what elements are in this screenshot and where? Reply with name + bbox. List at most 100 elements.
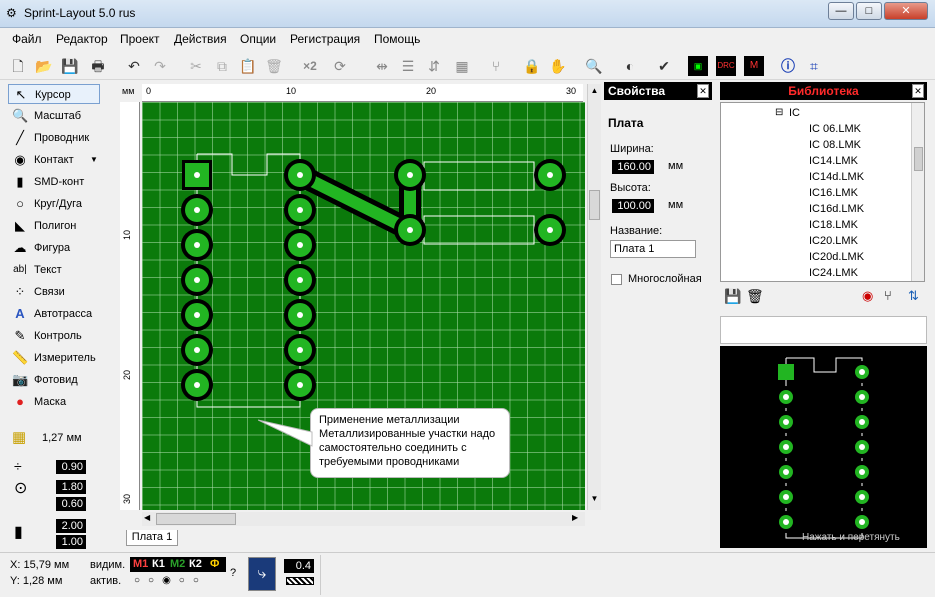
- copy-icon[interactable]: ⧉: [212, 56, 232, 76]
- library-search-field[interactable]: [720, 316, 927, 344]
- magnifier-icon[interactable]: 🔍: [584, 56, 604, 76]
- menu-registration[interactable]: Регистрация: [290, 32, 360, 46]
- menu-help[interactable]: Помощь: [374, 32, 420, 46]
- scroll-up-icon[interactable]: ▲: [589, 86, 600, 98]
- info-icon[interactable]: ⓘ: [778, 56, 798, 76]
- board-height-field[interactable]: 100.00: [612, 199, 654, 213]
- library-scrollbar[interactable]: [911, 103, 924, 281]
- library-item[interactable]: IC14d.LMK: [809, 171, 864, 183]
- pattern-icon[interactable]: ▦: [452, 56, 472, 76]
- vertical-scrollbar[interactable]: ▲ ▼: [587, 84, 601, 510]
- smd-height-field[interactable]: 1.00: [56, 535, 86, 549]
- drc-icon[interactable]: DRC: [716, 56, 736, 76]
- smd-width-field[interactable]: 2.00: [56, 519, 86, 533]
- tree-collapse-icon[interactable]: ⊟: [775, 107, 783, 118]
- library-save-icon[interactable]: 💾: [724, 288, 741, 305]
- layer-m2[interactable]: М2: [170, 557, 185, 572]
- tree-root-ic[interactable]: IC: [789, 107, 800, 119]
- redo-icon[interactable]: ↷: [150, 56, 170, 76]
- library-tree[interactable]: ⊟ IC IC 06.LMK IC 08.LMK IC14.LMK IC14d.…: [720, 102, 925, 282]
- library-swap-icon[interactable]: ⇅: [908, 288, 919, 304]
- trace-shape-icon[interactable]: ⤷: [248, 557, 276, 591]
- macro-icon[interactable]: M: [744, 56, 764, 76]
- tool-text[interactable]: ab| Текст: [8, 260, 100, 280]
- menu-project[interactable]: Проект: [120, 32, 160, 46]
- multilayer-checkbox[interactable]: [611, 274, 622, 285]
- scroll-thumb[interactable]: [156, 513, 236, 525]
- pad-outer-field[interactable]: 1.80: [56, 480, 86, 494]
- layer-f[interactable]: Ф: [210, 557, 219, 572]
- library-item[interactable]: IC14.LMK: [809, 155, 858, 167]
- ruler-icon[interactable]: ▣: [688, 56, 708, 76]
- track[interactable]: [294, 169, 416, 236]
- connect-icon[interactable]: ⑂: [486, 56, 506, 76]
- delete-icon[interactable]: 🗑: [264, 56, 284, 76]
- layer-toggle-icon[interactable]: ◐: [620, 56, 640, 76]
- align-icon[interactable]: ☰: [398, 56, 418, 76]
- library-item[interactable]: IC18.LMK: [809, 219, 858, 231]
- active-layer-radios[interactable]: ○○◉○○: [134, 575, 207, 586]
- tool-control[interactable]: ✎ Контроль: [8, 326, 100, 346]
- menu-editor[interactable]: Редактор: [56, 32, 108, 46]
- layer-m1[interactable]: М1: [133, 557, 148, 572]
- dropdown-arrow-icon[interactable]: ▼: [90, 150, 98, 170]
- library-item[interactable]: IC 08.LMK: [809, 139, 861, 151]
- library-item[interactable]: IC20d.LMK: [809, 251, 864, 263]
- open-folder-icon[interactable]: 📂: [34, 56, 54, 76]
- tool-circle[interactable]: ○ Круг/Дуга: [8, 194, 100, 214]
- tool-connections[interactable]: ⁘ Связи: [8, 282, 100, 302]
- rotate-icon[interactable]: ⟳: [330, 56, 350, 76]
- tool-pad[interactable]: ◉ Контакт ▼: [8, 150, 100, 170]
- help-icon[interactable]: ?: [230, 567, 236, 579]
- layer-k2[interactable]: К2: [189, 557, 202, 572]
- library-item[interactable]: IC 06.LMK: [809, 123, 861, 135]
- tool-smd[interactable]: ▮ SMD-конт: [8, 172, 100, 192]
- tool-shape[interactable]: ☁ Фигура: [8, 238, 100, 258]
- tool-measure[interactable]: 📏 Измеритель: [8, 348, 100, 368]
- menu-actions[interactable]: Действия: [174, 32, 227, 46]
- tool-track[interactable]: ╱ Проводник: [8, 128, 100, 148]
- menu-file[interactable]: Файл: [12, 32, 42, 46]
- tab-board-1[interactable]: Плата 1: [126, 530, 178, 546]
- library-close-icon[interactable]: ✕: [912, 84, 924, 98]
- tool-cursor[interactable]: ↖ Курсор: [8, 84, 100, 104]
- tool-autoroute[interactable]: A Автотрасса: [8, 304, 100, 324]
- scroll-down-icon[interactable]: ▼: [589, 494, 600, 506]
- maximize-button[interactable]: □: [856, 2, 882, 20]
- pad-inner-field[interactable]: 0.60: [56, 497, 86, 511]
- new-file-icon[interactable]: 🗋: [8, 56, 28, 76]
- print-icon[interactable]: 🖶: [88, 56, 108, 76]
- tool-zoom[interactable]: 🔍 Масштаб: [8, 106, 100, 126]
- track-width-field[interactable]: 0.90: [56, 460, 86, 474]
- board-name-field[interactable]: Плата 1: [610, 240, 696, 258]
- menu-options[interactable]: Опции: [240, 32, 276, 46]
- scroll-thumb[interactable]: [914, 147, 923, 171]
- horizontal-scrollbar[interactable]: ◀ ▶: [142, 512, 585, 526]
- close-button[interactable]: ✕: [884, 2, 928, 20]
- library-item[interactable]: IC16.LMK: [809, 187, 858, 199]
- properties-close-icon[interactable]: ✕: [697, 84, 709, 98]
- test-icon[interactable]: ✔: [654, 56, 674, 76]
- library-item[interactable]: IC16d.LMK: [809, 203, 864, 215]
- board-width-field[interactable]: 160.00: [612, 160, 654, 174]
- scroll-right-icon[interactable]: ▶: [572, 513, 578, 522]
- library-record-icon[interactable]: ◉: [862, 288, 873, 304]
- tool-photo[interactable]: 📷 Фотовид: [8, 370, 100, 390]
- minimize-button[interactable]: —: [828, 2, 854, 20]
- trace-width-field[interactable]: 0.4: [284, 559, 314, 573]
- unlock-icon[interactable]: ✋: [548, 56, 568, 76]
- undo-icon[interactable]: ↶: [124, 56, 144, 76]
- grid-setting[interactable]: ▦ 1,27 мм: [8, 428, 108, 448]
- scroll-left-icon[interactable]: ◀: [144, 513, 150, 522]
- scroll-thumb[interactable]: [589, 190, 600, 220]
- group-icon[interactable]: ⇵: [424, 56, 444, 76]
- cut-icon[interactable]: ✂: [186, 56, 206, 76]
- duplicate-icon[interactable]: ×2: [300, 56, 320, 76]
- library-item[interactable]: IC20.LMK: [809, 235, 858, 247]
- library-delete-icon[interactable]: 🗑: [746, 288, 764, 305]
- tool-mask[interactable]: ● Маска: [8, 392, 100, 412]
- tool-polygon[interactable]: ◣ Полигон: [8, 216, 100, 236]
- lock-icon[interactable]: 🔒: [522, 56, 542, 76]
- layer-selector[interactable]: М1 К1 М2 К2 Ф: [130, 557, 226, 572]
- library-preview[interactable]: Нажать и перетянуть: [720, 346, 927, 548]
